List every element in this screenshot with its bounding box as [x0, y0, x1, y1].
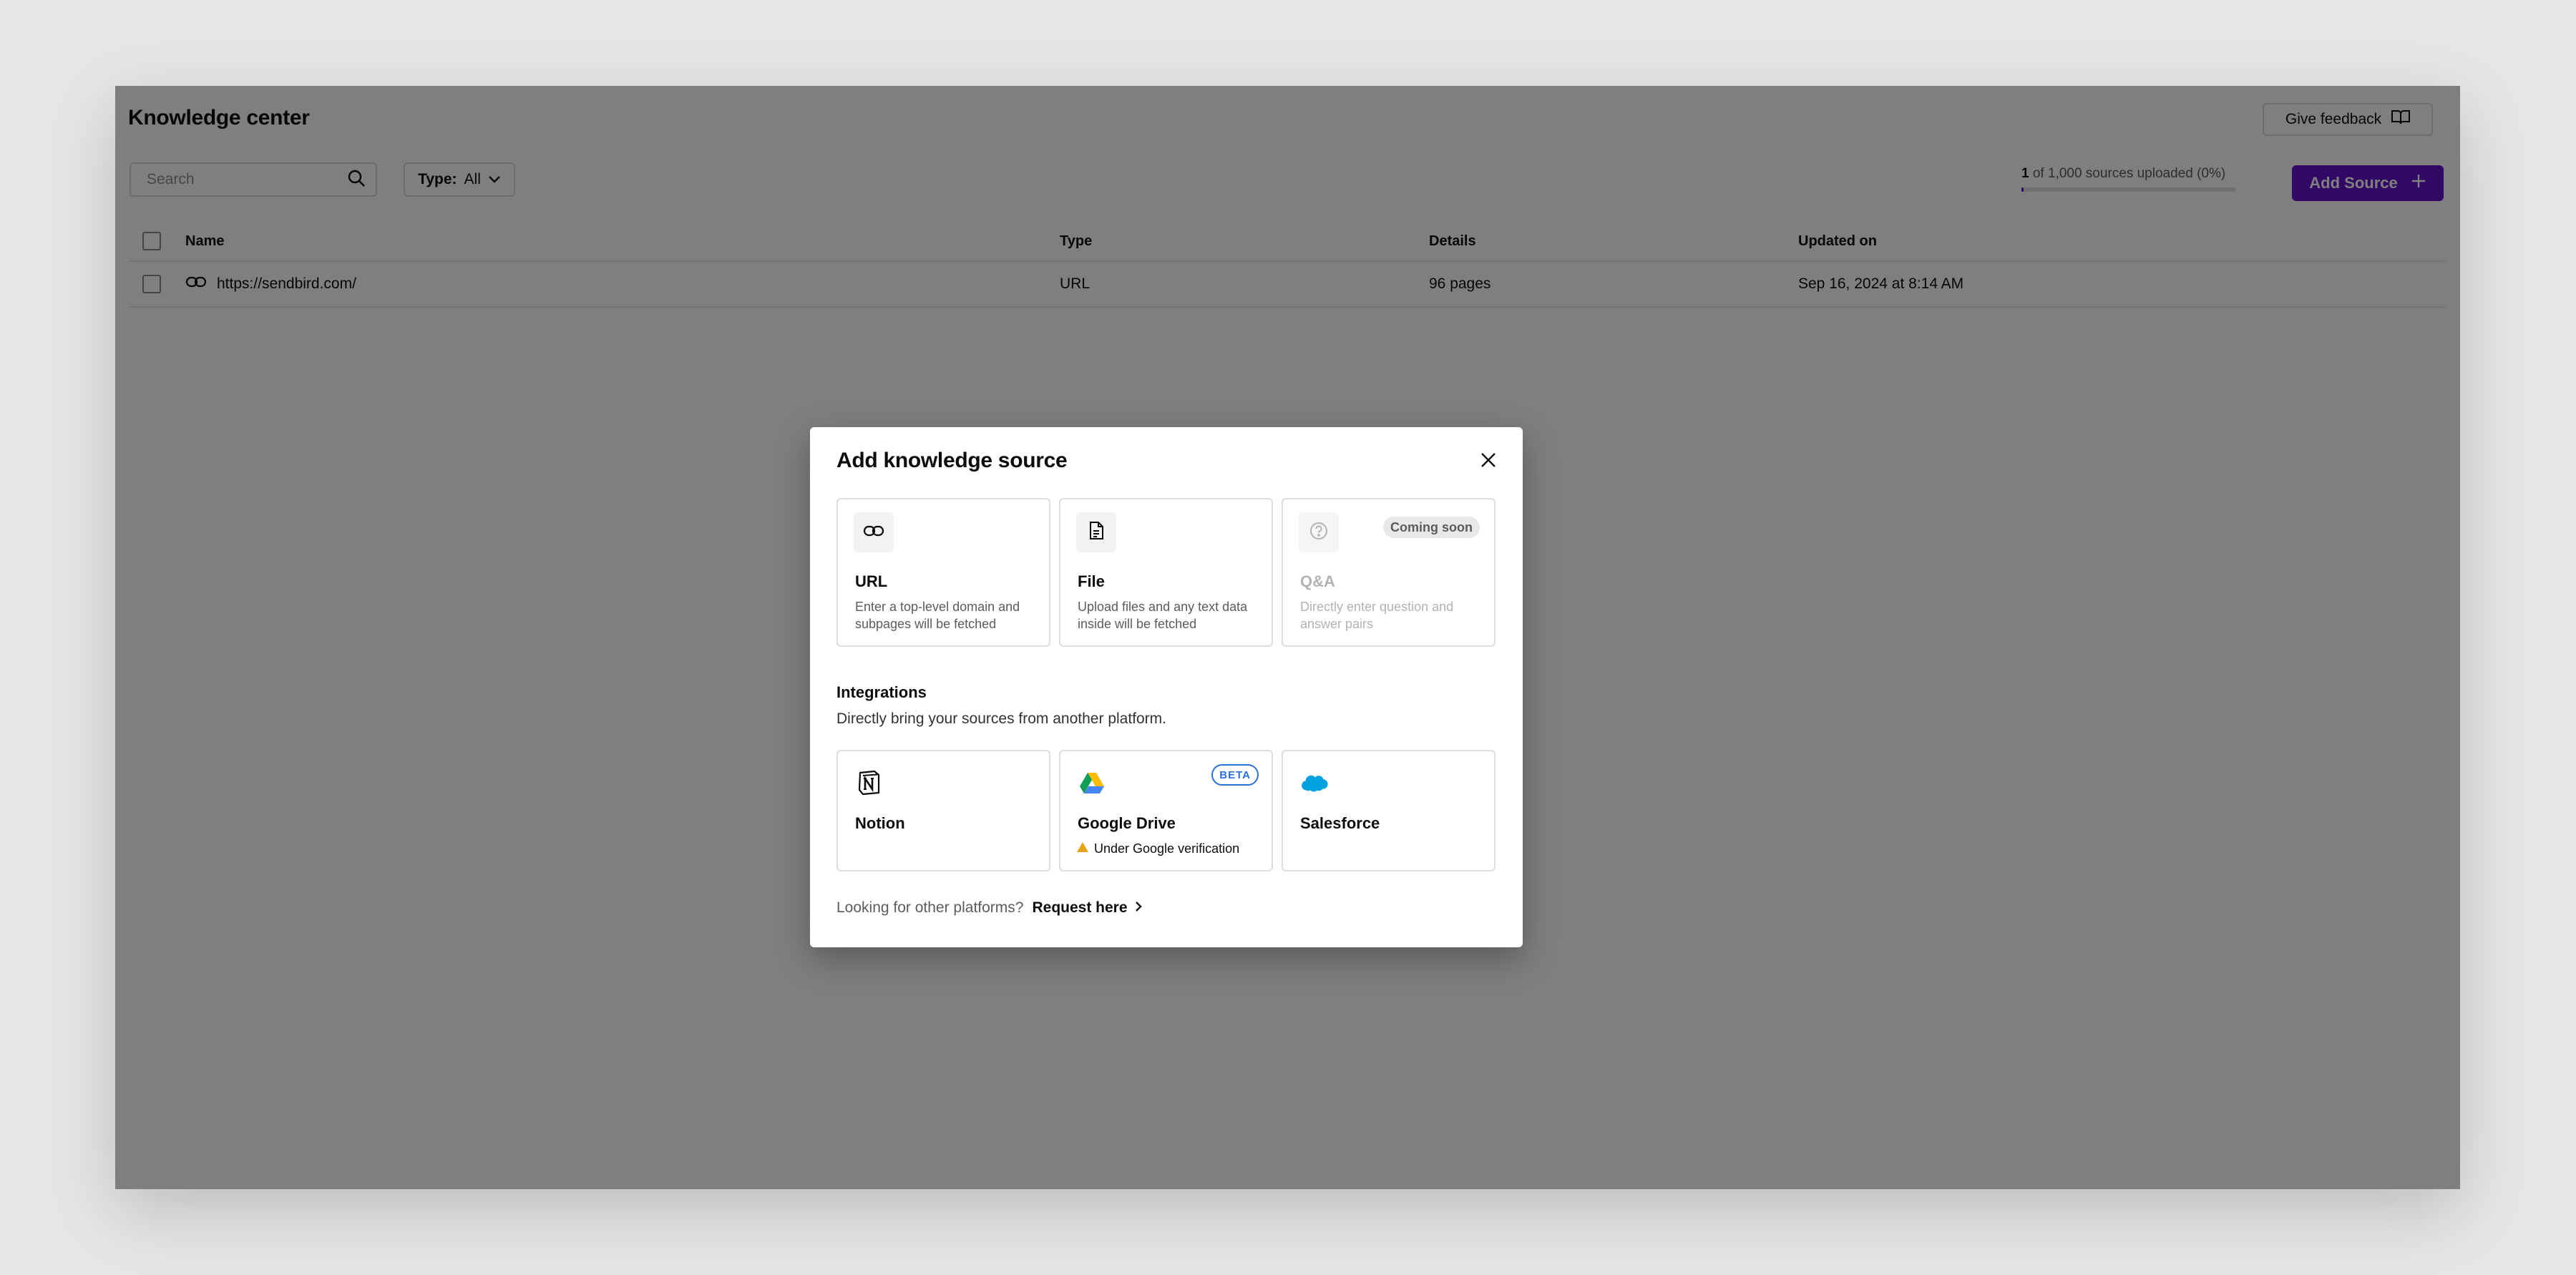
- request-here-label: Request here: [1032, 899, 1128, 916]
- integration-card-salesforce[interactable]: Salesforce: [1282, 750, 1496, 871]
- source-card-url[interactable]: URL Enter a top-level domain and subpage…: [836, 498, 1050, 647]
- source-card-desc: Enter a top-level domain and subpages wi…: [855, 600, 1020, 631]
- notion-icon: [855, 768, 884, 797]
- source-card-desc: Upload files and any text data inside wi…: [1078, 600, 1248, 631]
- source-card-file[interactable]: File Upload files and any text data insi…: [1059, 498, 1273, 647]
- source-card-title: URL: [855, 572, 888, 590]
- link-icon: [863, 524, 884, 542]
- integration-title: Notion: [855, 814, 905, 832]
- google-drive-icon: [1078, 768, 1106, 797]
- coming-soon-badge: Coming soon: [1383, 517, 1480, 538]
- warning-icon: [1076, 841, 1089, 856]
- salesforce-icon: [1300, 768, 1329, 797]
- integration-card-notion[interactable]: Notion: [836, 750, 1050, 871]
- source-card-qa: Coming soon Q&A Directly enter question …: [1282, 498, 1496, 647]
- add-knowledge-source-dialog: Add knowledge source URL Enter a top-lev…: [810, 427, 1523, 947]
- verification-status: Under Google verification: [1076, 841, 1239, 856]
- integration-title: Google Drive: [1078, 814, 1176, 832]
- chevron-right-icon: [1135, 899, 1142, 917]
- footer-question: Looking for other platforms?: [836, 899, 1024, 916]
- request-here-link[interactable]: Request here: [1032, 899, 1142, 917]
- dialog-title: Add knowledge source: [836, 449, 1068, 472]
- beta-badge: BETA: [1211, 764, 1259, 786]
- integrations-desc: Directly bring your sources from another…: [836, 710, 1167, 727]
- dialog-footer: Looking for other platforms? Request her…: [836, 899, 1142, 917]
- integration-card-google-drive[interactable]: BETA Google Drive Under Google verificat…: [1059, 750, 1273, 871]
- integration-title: Salesforce: [1300, 814, 1380, 832]
- source-card-title: File: [1078, 572, 1105, 590]
- source-card-desc: Directly enter question and answer pairs: [1300, 600, 1454, 631]
- integrations-title: Integrations: [836, 683, 927, 701]
- question-icon: [1309, 521, 1329, 544]
- close-icon: [1480, 451, 1497, 472]
- verification-status-text: Under Google verification: [1094, 841, 1240, 856]
- source-card-title: Q&A: [1300, 572, 1335, 590]
- close-button[interactable]: [1475, 449, 1501, 474]
- file-icon: [1088, 521, 1104, 544]
